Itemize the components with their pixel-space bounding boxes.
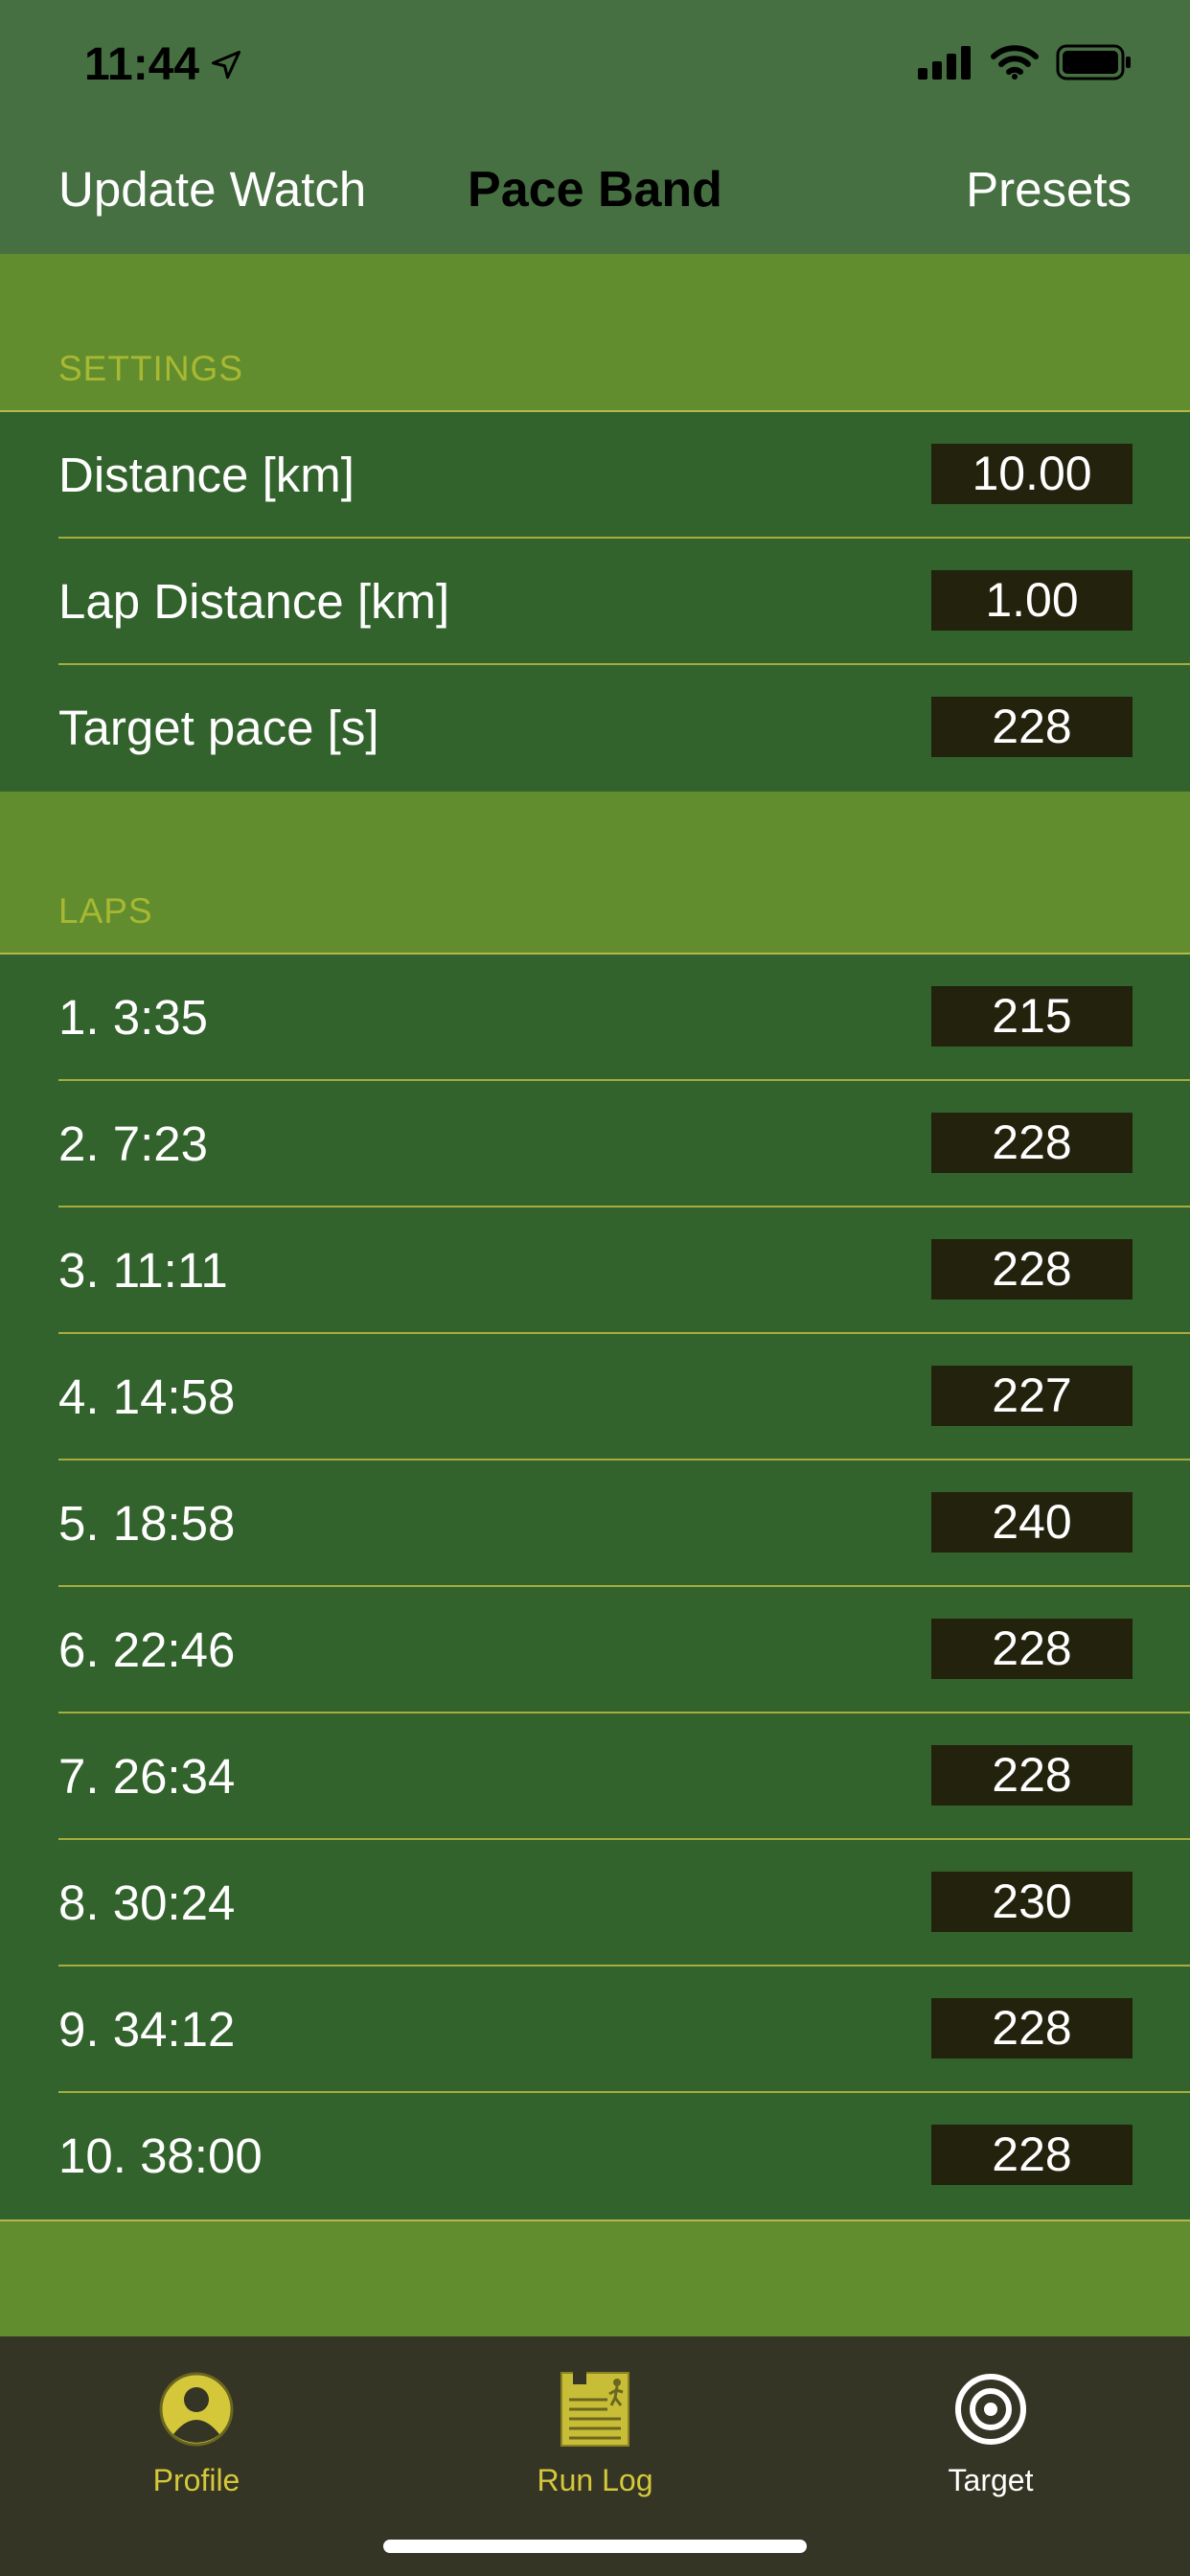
lap-pace-field[interactable]: 228 xyxy=(931,1998,1133,2058)
tab-profile[interactable]: Profile xyxy=(81,2356,311,2498)
settings-header-label: SETTINGS xyxy=(58,349,244,388)
tab-target[interactable]: Target xyxy=(876,2356,1106,2498)
laps-section-header: LAPS xyxy=(0,792,1190,953)
lap-row[interactable]: 1. 3:35 215 xyxy=(0,954,1190,1081)
lap-pace-field[interactable]: 230 xyxy=(931,1872,1133,1932)
lap-pace-field[interactable]: 227 xyxy=(931,1366,1133,1426)
cellular-signal-icon xyxy=(918,46,971,80)
status-time-text: 11:44 xyxy=(84,39,200,90)
lap-row[interactable]: 9. 34:12 228 xyxy=(0,1966,1190,2093)
wifi-icon xyxy=(991,45,1039,80)
lap-row[interactable]: 6. 22:46 228 xyxy=(0,1587,1190,1714)
laps-table: 1. 3:35 215 2. 7:23 228 3. 11:11 228 4. … xyxy=(0,953,1190,2221)
tab-run-log-label: Run Log xyxy=(537,2463,653,2497)
lap-distance-field[interactable]: 1.00 xyxy=(931,570,1133,631)
tab-run-log[interactable]: Run Log xyxy=(480,2356,710,2498)
target-icon xyxy=(955,2374,1026,2445)
run-log-icon xyxy=(561,2371,629,2447)
profile-icon xyxy=(159,2372,234,2447)
lap-pace-field[interactable]: 228 xyxy=(931,1745,1133,1806)
target-pace-field[interactable]: 228 xyxy=(931,697,1133,757)
home-indicator xyxy=(383,2540,807,2553)
lap-pace-field[interactable]: 215 xyxy=(931,986,1133,1046)
lap-label: 7. 26:34 xyxy=(58,1748,236,1804)
lap-distance-label: Lap Distance [km] xyxy=(58,573,450,629)
lap-label: 8. 30:24 xyxy=(58,1874,236,1930)
lap-label: 9. 34:12 xyxy=(58,2001,236,2057)
lap-label: 3. 11:11 xyxy=(58,1242,228,1298)
tab-target-label: Target xyxy=(948,2463,1034,2497)
lap-row[interactable]: 5. 18:58 240 xyxy=(0,1460,1190,1587)
distance-field[interactable]: 10.00 xyxy=(931,444,1133,504)
target-pace-row[interactable]: Target pace [s] 228 xyxy=(0,665,1190,792)
navigation-bar: 11:44 Update Watch Pace Band Presets xyxy=(0,0,1190,254)
status-icons xyxy=(918,44,1133,80)
settings-table: Distance [km] 10.00 Lap Distance [km] 1.… xyxy=(0,410,1190,794)
lap-pace-field[interactable]: 228 xyxy=(931,1239,1133,1300)
location-arrow-icon xyxy=(212,50,241,79)
lap-distance-row[interactable]: Lap Distance [km] 1.00 xyxy=(0,539,1190,665)
laps-header-label: LAPS xyxy=(58,891,153,931)
lap-label: 5. 18:58 xyxy=(58,1495,236,1551)
lap-label: 1. 3:35 xyxy=(58,989,208,1045)
distance-row[interactable]: Distance [km] 10.00 xyxy=(0,412,1190,539)
battery-icon xyxy=(1056,44,1131,80)
lap-row[interactable]: 10. 38:00 228 xyxy=(0,2093,1190,2220)
presets-button[interactable]: Presets xyxy=(966,161,1132,218)
lap-row[interactable]: 2. 7:23 228 xyxy=(0,1081,1190,1208)
lap-label: 6. 22:46 xyxy=(58,1622,236,1677)
lap-row[interactable]: 3. 11:11 228 xyxy=(0,1208,1190,1334)
settings-section-header: SETTINGS xyxy=(0,254,1190,410)
lap-label: 4. 14:58 xyxy=(58,1368,236,1424)
lap-pace-field[interactable]: 228 xyxy=(931,2125,1133,2185)
lap-pace-field[interactable]: 240 xyxy=(931,1492,1133,1552)
lap-row[interactable]: 4. 14:58 227 xyxy=(0,1334,1190,1460)
lap-pace-field[interactable]: 228 xyxy=(931,1619,1133,1679)
status-time: 11:44 xyxy=(84,38,243,91)
lap-label: 10. 38:00 xyxy=(58,2128,263,2183)
lap-row[interactable]: 7. 26:34 228 xyxy=(0,1714,1190,1840)
target-pace-label: Target pace [s] xyxy=(58,700,379,755)
lap-label: 2. 7:23 xyxy=(58,1116,208,1171)
tab-profile-label: Profile xyxy=(152,2463,240,2497)
distance-label: Distance [km] xyxy=(58,447,355,502)
lap-row[interactable]: 8. 30:24 230 xyxy=(0,1840,1190,1966)
lap-pace-field[interactable]: 228 xyxy=(931,1113,1133,1173)
